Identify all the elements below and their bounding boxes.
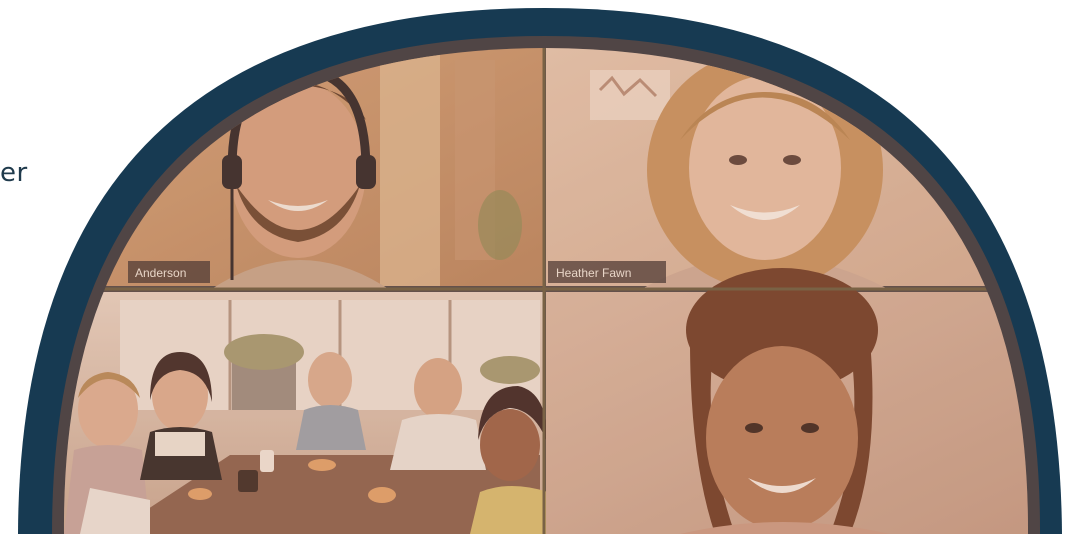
video-grid: Anderson Heather Fawn bbox=[63, 48, 1029, 534]
page: er Anderson Heather Fawn bbox=[0, 0, 1065, 534]
video-call-hero-illustration: Anderson Heather Fawn bbox=[18, 8, 1062, 534]
warm-tint-overlay bbox=[63, 48, 1029, 534]
